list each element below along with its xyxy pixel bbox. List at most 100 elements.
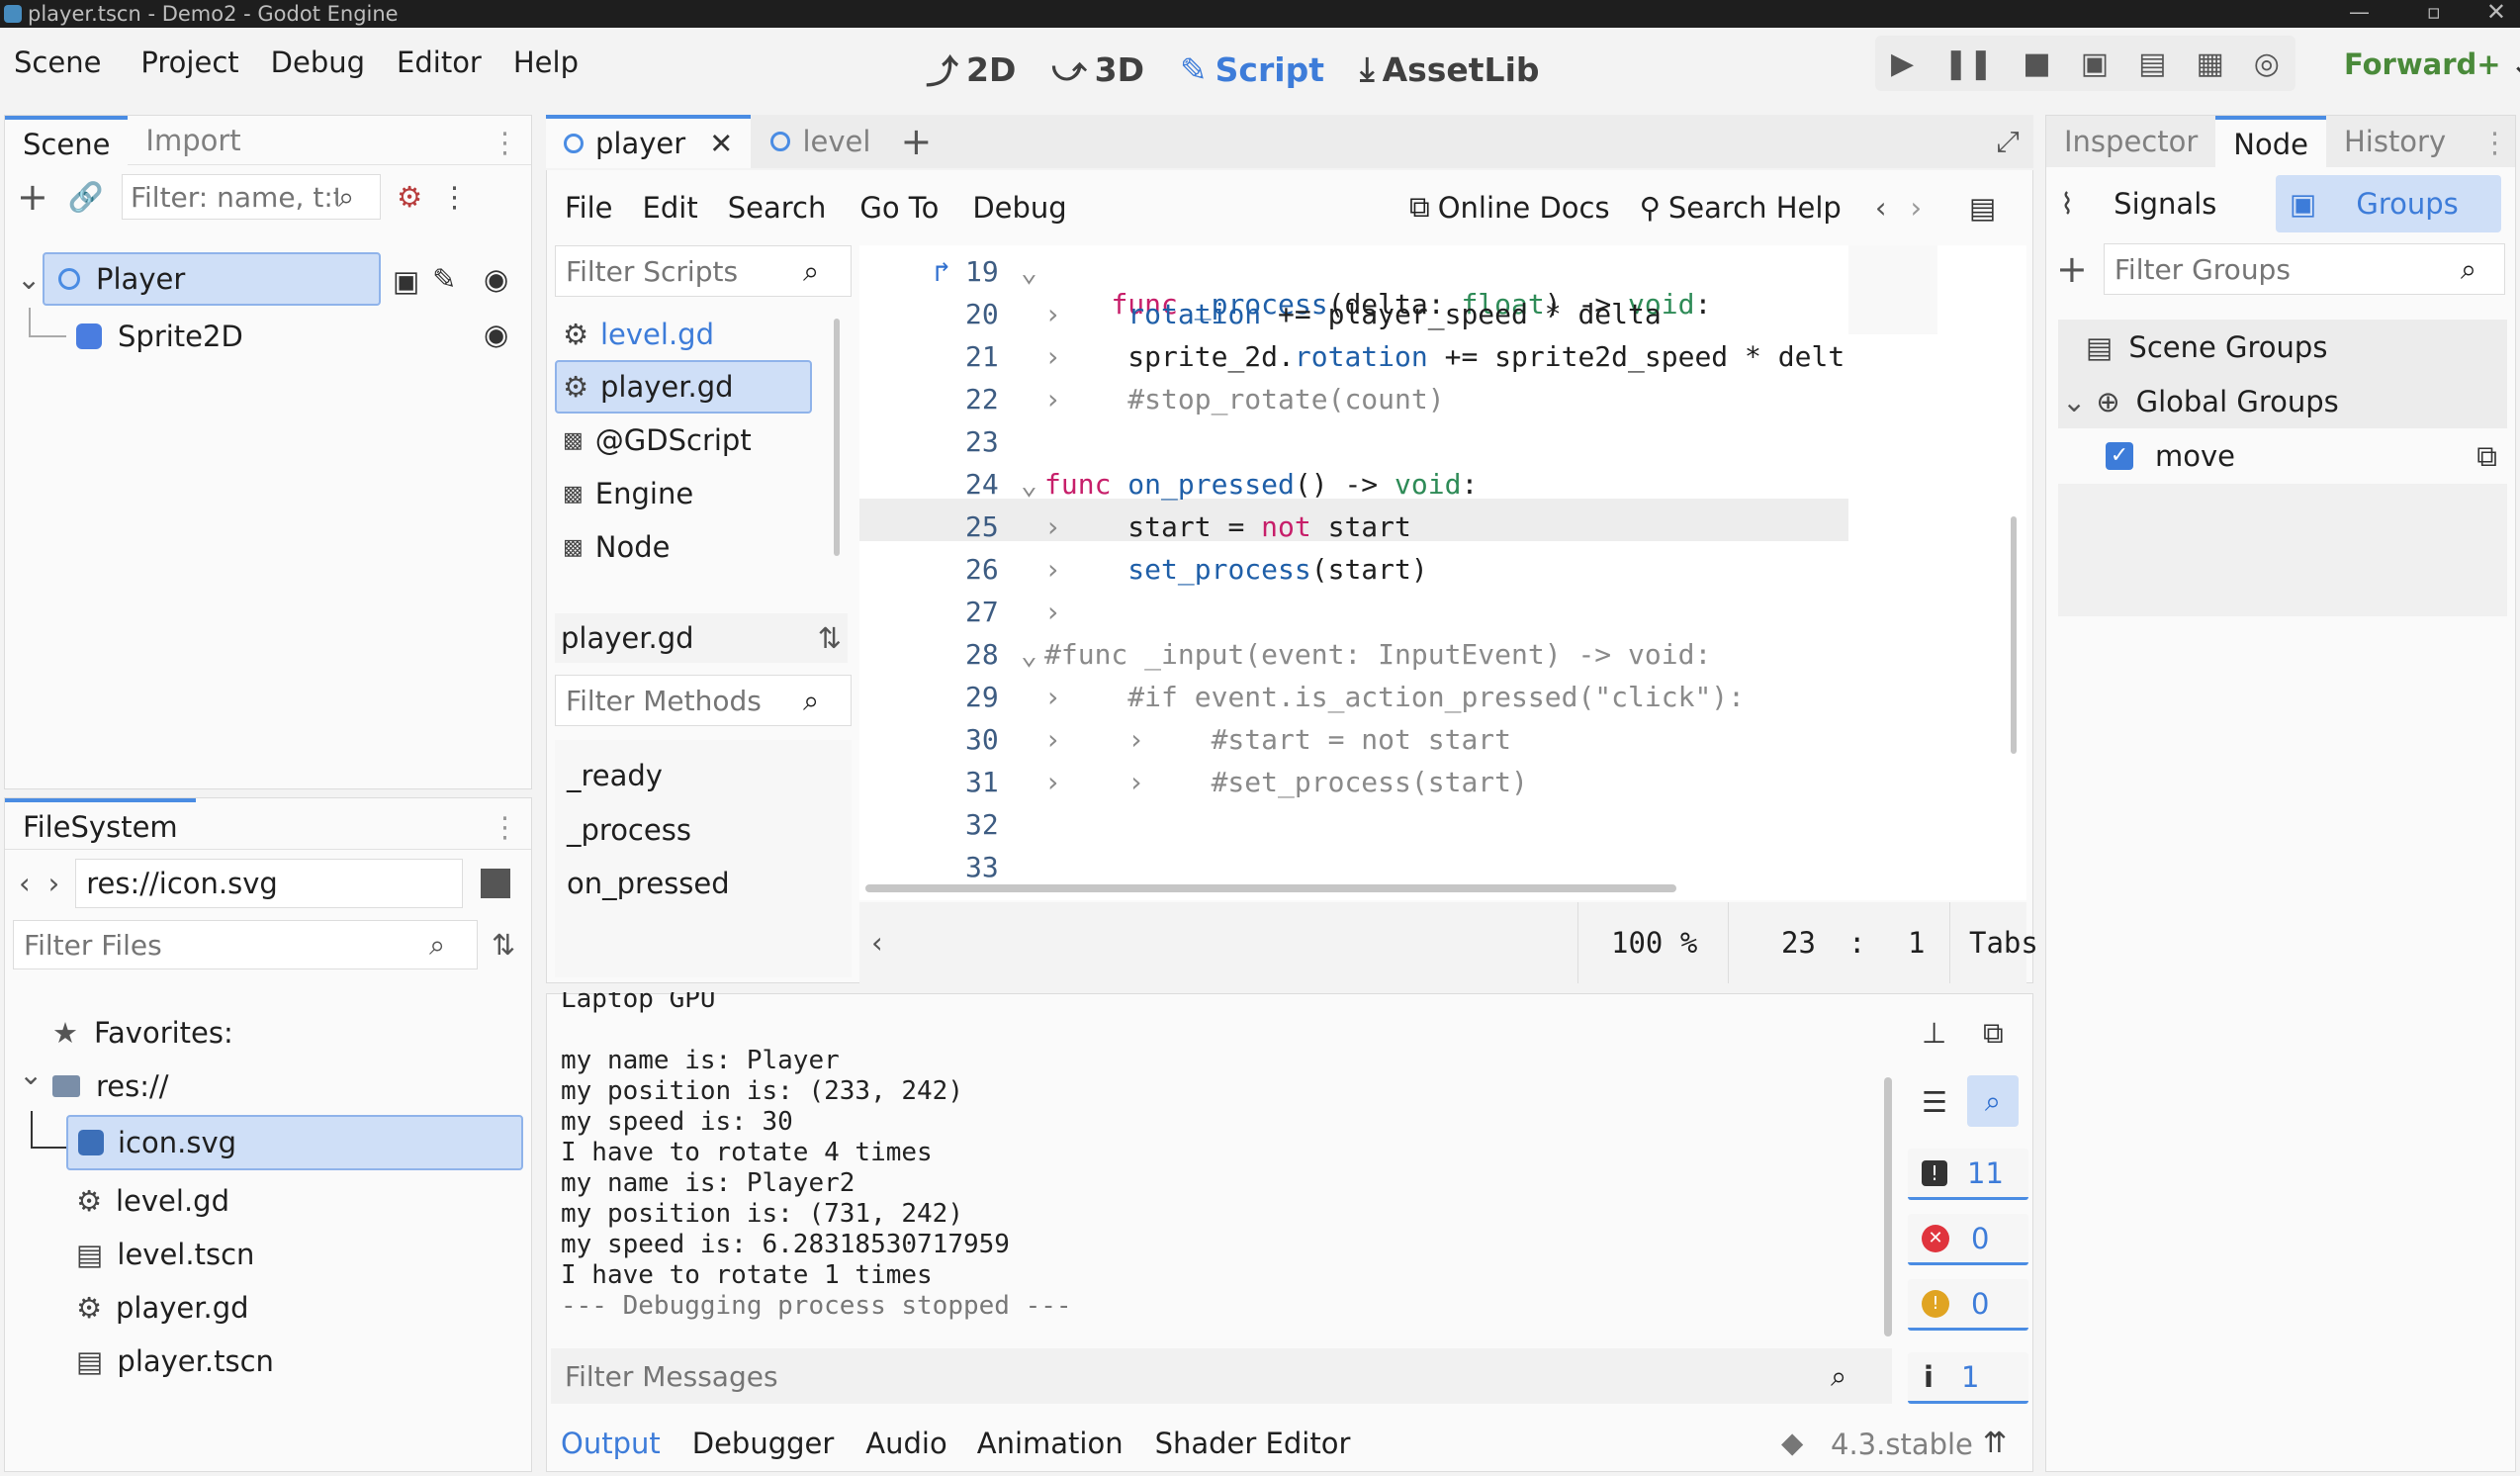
tree-collapse-icon[interactable]: ⌄ xyxy=(17,262,41,296)
collapse-duplicates-icon[interactable]: ☰ xyxy=(1922,1085,1947,1119)
link-icon[interactable]: 🔗 xyxy=(68,180,104,215)
tab-audio[interactable]: Audio xyxy=(865,1427,946,1460)
tab-node[interactable]: Node xyxy=(2215,116,2326,167)
clapper-icon[interactable]: ▦ xyxy=(2196,46,2223,81)
errors-filter-button[interactable]: ✕ 0 xyxy=(1908,1214,2028,1265)
pause-icon[interactable]: ❚❚ xyxy=(1943,46,1993,81)
tab-inspector[interactable]: Inspector xyxy=(2046,117,2215,166)
tab-animation[interactable]: Animation xyxy=(977,1427,1124,1460)
script-menu-debug[interactable]: Debug xyxy=(972,191,1066,225)
more-icon[interactable]: ⋮ xyxy=(440,180,469,214)
group-item-move[interactable]: ✓ move ⧉ xyxy=(2058,428,2507,484)
maximize-icon[interactable]: ▫ xyxy=(2427,0,2441,24)
script-menu-goto[interactable]: Go To xyxy=(859,191,939,225)
output-scrollbar[interactable] xyxy=(1884,1077,1892,1337)
filter-groups-input[interactable] xyxy=(2114,252,2461,286)
script-attach-icon[interactable]: ⚙ xyxy=(397,180,422,214)
checkbox-checked-icon[interactable]: ✓ xyxy=(2106,442,2133,470)
tab-player[interactable]: player ✕ xyxy=(546,115,752,168)
sort-icon[interactable]: ⇅ xyxy=(492,928,515,962)
tab-import[interactable]: Import xyxy=(128,116,258,165)
res-root-item[interactable]: res:// xyxy=(52,1061,169,1111)
dock-menu-icon[interactable]: ⋮ xyxy=(491,810,519,844)
split-mode-icon[interactable] xyxy=(481,869,511,898)
renderer-select[interactable]: Forward+⌄ xyxy=(2344,47,2520,81)
stop-icon[interactable]: ■ xyxy=(2023,46,2050,81)
add-node-icon[interactable]: + xyxy=(17,175,48,219)
menu-project[interactable]: Project xyxy=(140,46,238,79)
file-item-player-tscn[interactable]: ▤ player.tscn xyxy=(76,1337,274,1386)
script-item-gdscript[interactable]: ▩ @GDScript xyxy=(555,414,842,467)
fold-icon[interactable]: ⌄ xyxy=(1021,468,1037,501)
collapse-icon[interactable]: ⌄ xyxy=(19,1058,43,1091)
workspace-assetlib[interactable]: ⤓ AssetLib xyxy=(1360,49,1540,89)
sort-methods-icon[interactable]: ⇅ xyxy=(818,621,842,655)
zoom-level[interactable]: 100 % xyxy=(1611,926,1697,960)
tab-shader-editor[interactable]: Shader Editor xyxy=(1155,1427,1351,1460)
online-docs-button[interactable]: ⧉ Online Docs xyxy=(1409,190,1610,225)
dock-menu-icon[interactable]: ⋮ xyxy=(2480,126,2509,159)
script-item-level-gd[interactable]: ⚙ level.gd xyxy=(555,309,842,360)
filter-files-input[interactable] xyxy=(24,928,429,962)
add-tab-icon[interactable]: + xyxy=(900,120,932,163)
groups-button[interactable]: ▣ Groups xyxy=(2275,175,2501,232)
menu-scene[interactable]: Scene xyxy=(14,46,101,79)
tab-debugger[interactable]: Debugger xyxy=(692,1427,835,1460)
script-menu-search[interactable]: Search xyxy=(728,191,827,225)
script-menu-file[interactable]: File xyxy=(565,191,613,225)
menu-help[interactable]: Help xyxy=(513,46,579,79)
script-item-node[interactable]: ▩ Node xyxy=(555,520,842,574)
remote-debug-icon[interactable]: ▣ xyxy=(2081,46,2109,81)
file-item-player-gd[interactable]: ⚙ player.gd xyxy=(76,1283,249,1333)
tab-scene[interactable]: Scene xyxy=(5,115,129,165)
script-item-player-gd[interactable]: ⚙ player.gd xyxy=(555,360,812,414)
close-tab-icon[interactable]: ✕ xyxy=(709,127,733,160)
search-help-button[interactable]: ⚲ Search Help xyxy=(1640,191,1842,225)
dock-menu-icon[interactable]: ⋮ xyxy=(491,126,519,159)
filter-scripts-input[interactable] xyxy=(566,254,803,288)
global-groups-header[interactable]: ⌄ ⊕ Global Groups xyxy=(2058,375,2507,428)
distraction-free-icon[interactable]: ⤢ xyxy=(1997,125,2020,159)
movie-icon[interactable]: ▤ xyxy=(2138,46,2166,81)
clear-output-icon[interactable]: ⊥ xyxy=(1922,1016,1946,1050)
file-item-level-tscn[interactable]: ▤ level.tscn xyxy=(76,1230,254,1279)
fold-icon[interactable]: ⌄ xyxy=(1021,255,1037,288)
minimap[interactable] xyxy=(1848,245,1937,334)
signals-button[interactable]: ⌇ Signals xyxy=(2060,187,2276,221)
toggle-scripts-panel-icon[interactable]: ▤ xyxy=(1969,191,1996,225)
minimize-icon[interactable]: — xyxy=(2349,0,2370,24)
script-menu-edit[interactable]: Edit xyxy=(643,191,698,225)
favorites-item[interactable]: ★ Favorites: xyxy=(52,1008,233,1058)
warnings-filter-button[interactable]: ! 0 xyxy=(1908,1279,2028,1331)
close-window-icon[interactable]: ✕ xyxy=(2486,0,2506,26)
scripts-scrollbar[interactable] xyxy=(834,319,840,556)
tree-item-sprite2d[interactable]: Sprite2D xyxy=(76,312,243,361)
scene-filter-input[interactable] xyxy=(130,180,338,214)
fold-icon[interactable]: ⌄ xyxy=(1021,638,1037,671)
code-vscrollbar[interactable] xyxy=(2011,516,2017,754)
menu-debug[interactable]: Debug xyxy=(271,46,365,79)
run-custom-icon[interactable]: ◎ xyxy=(2254,46,2280,81)
tab-level[interactable]: level xyxy=(751,115,890,168)
file-item-level-gd[interactable]: ⚙ level.gd xyxy=(76,1176,229,1226)
editor-messages-filter-button[interactable]: ⅰ 1 xyxy=(1908,1352,2028,1404)
add-group-icon[interactable]: + xyxy=(2056,247,2088,291)
method-item[interactable]: _ready xyxy=(555,748,852,803)
node-group-icon[interactable]: ▣ xyxy=(393,264,419,298)
workspace-2d[interactable]: ⤴ 2D xyxy=(926,46,1016,93)
play-icon[interactable]: ▶ xyxy=(1891,46,1914,81)
visibility-icon[interactable]: ◉ xyxy=(484,262,508,296)
tab-output[interactable]: Output xyxy=(561,1427,661,1460)
history-back-icon[interactable]: ‹ xyxy=(1875,191,1887,225)
copy-icon[interactable]: ⧉ xyxy=(2476,439,2497,474)
tree-item-player[interactable]: Player xyxy=(43,252,381,306)
expand-panel-icon[interactable]: ⇈ xyxy=(1983,1426,2007,1459)
filter-methods-input[interactable] xyxy=(566,684,803,717)
toggle-search-icon[interactable]: ⌕ xyxy=(1967,1075,2019,1127)
tab-history[interactable]: History xyxy=(2326,117,2464,166)
path-field[interactable]: res://icon.svg xyxy=(86,867,278,900)
filter-messages-input[interactable] xyxy=(565,1359,1831,1393)
menu-editor[interactable]: Editor xyxy=(397,46,482,79)
copy-output-icon[interactable]: ⧉ xyxy=(1983,1016,2004,1051)
indent-mode[interactable]: Tabs xyxy=(1969,926,2038,960)
